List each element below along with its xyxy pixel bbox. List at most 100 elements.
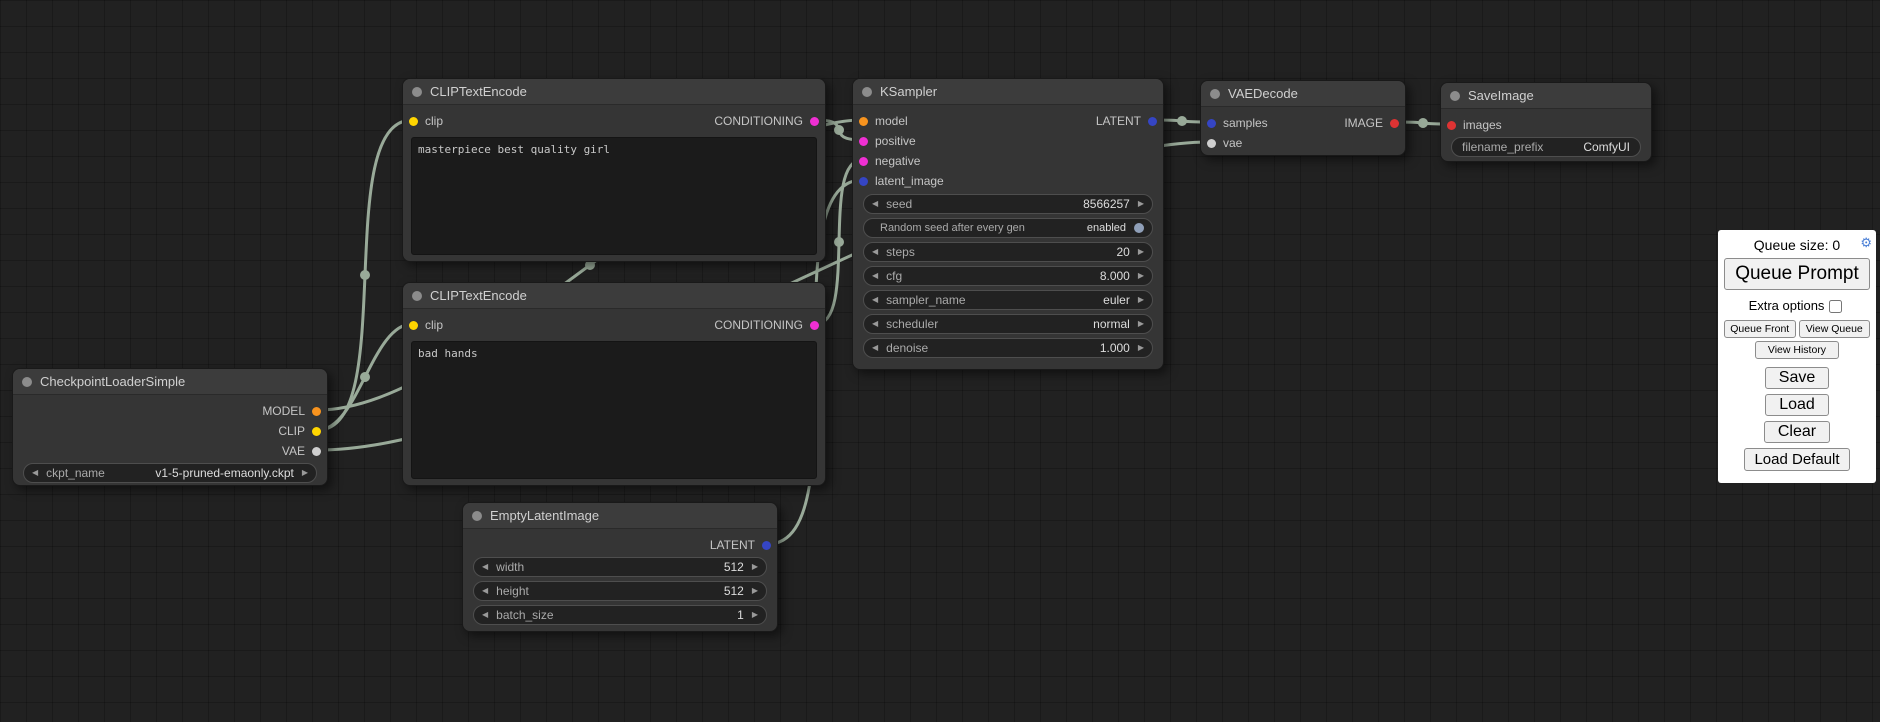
batch-size-widget[interactable]: ◀ batch_size 1 ▶ — [473, 605, 767, 625]
height-widget[interactable]: ◀ height 512 ▶ — [473, 581, 767, 601]
increment-arrow-icon[interactable]: ▶ — [1138, 296, 1144, 304]
node-collapse-dot-icon[interactable] — [412, 291, 422, 301]
scheduler-widget[interactable]: ◀ scheduler normal ▶ — [863, 314, 1153, 334]
decrement-arrow-icon[interactable]: ◀ — [482, 587, 488, 595]
node-title-bar[interactable]: EmptyLatentImage — [463, 503, 777, 529]
decrement-arrow-icon[interactable]: ◀ — [872, 272, 878, 280]
model-output-port[interactable] — [312, 407, 321, 416]
node-checkpoint-loader-simple[interactable]: CheckpointLoaderSimple MODEL CLIP VAE ◀ … — [12, 368, 328, 486]
vae-input-port[interactable] — [1207, 139, 1216, 148]
image-output-port[interactable] — [1390, 119, 1399, 128]
node-clip-text-encode-positive[interactable]: CLIPTextEncode clip CONDITIONING masterp… — [402, 78, 826, 262]
widget-value: 512 — [724, 560, 744, 574]
widget-value: v1-5-pruned-emaonly.ckpt — [155, 466, 294, 480]
steps-widget[interactable]: ◀ steps 20 ▶ — [863, 242, 1153, 262]
model-input-port[interactable] — [859, 117, 868, 126]
increment-arrow-icon[interactable]: ▶ — [1138, 344, 1144, 352]
filename-prefix-widget[interactable]: filename_prefix ComfyUI — [1451, 137, 1641, 157]
extra-options-row: Extra options — [1724, 297, 1870, 316]
node-collapse-dot-icon[interactable] — [1210, 89, 1220, 99]
denoise-widget[interactable]: ◀ denoise 1.000 ▶ — [863, 338, 1153, 358]
extra-options-checkbox[interactable] — [1829, 300, 1842, 313]
increment-arrow-icon[interactable]: ▶ — [1138, 320, 1144, 328]
clip-output-row: CLIP — [13, 421, 327, 441]
decrement-arrow-icon[interactable]: ◀ — [872, 248, 878, 256]
queue-front-button[interactable]: Queue Front — [1724, 320, 1796, 338]
node-title-bar[interactable]: SaveImage — [1441, 83, 1651, 109]
increment-arrow-icon[interactable]: ▶ — [752, 587, 758, 595]
node-collapse-dot-icon[interactable] — [1450, 91, 1460, 101]
increment-arrow-icon[interactable]: ▶ — [1138, 200, 1144, 208]
samples-input-port[interactable] — [1207, 119, 1216, 128]
ckpt-name-widget[interactable]: ◀ ckpt_name v1-5-pruned-emaonly.ckpt ▶ — [23, 463, 317, 483]
decrement-arrow-icon[interactable]: ◀ — [32, 469, 38, 477]
toggle-indicator-icon[interactable] — [1134, 223, 1144, 233]
node-title-bar[interactable]: CheckpointLoaderSimple — [13, 369, 327, 395]
decrement-arrow-icon[interactable]: ◀ — [482, 563, 488, 571]
save-button[interactable]: Save — [1765, 367, 1829, 389]
latent-output-port[interactable] — [762, 541, 771, 550]
node-empty-latent-image[interactable]: EmptyLatentImage LATENT ◀ width 512 ▶ ◀ … — [462, 502, 778, 632]
node-title-bar[interactable]: VAEDecode — [1201, 81, 1405, 107]
widget-label: ckpt_name — [46, 466, 155, 480]
node-title-bar[interactable]: KSampler — [853, 79, 1163, 105]
cfg-widget[interactable]: ◀ cfg 8.000 ▶ — [863, 266, 1153, 286]
load-default-button[interactable]: Load Default — [1744, 448, 1849, 471]
decrement-arrow-icon[interactable]: ◀ — [482, 611, 488, 619]
conditioning-output-port[interactable] — [810, 321, 819, 330]
node-collapse-dot-icon[interactable] — [22, 377, 32, 387]
negative-input-port[interactable] — [859, 157, 868, 166]
node-title: CLIPTextEncode — [430, 84, 527, 99]
clear-button[interactable]: Clear — [1764, 421, 1830, 443]
increment-arrow-icon[interactable]: ▶ — [302, 469, 308, 477]
latent-image-input-port[interactable] — [859, 177, 868, 186]
decrement-arrow-icon[interactable]: ◀ — [872, 200, 878, 208]
node-collapse-dot-icon[interactable] — [472, 511, 482, 521]
random-seed-toggle-widget[interactable]: Random seed after every gen enabled — [863, 218, 1153, 238]
node-title-bar[interactable]: CLIPTextEncode — [403, 79, 825, 105]
node-vae-decode[interactable]: VAEDecode samples IMAGE vae — [1200, 80, 1406, 156]
decrement-arrow-icon[interactable]: ◀ — [872, 296, 878, 304]
width-widget[interactable]: ◀ width 512 ▶ — [473, 557, 767, 577]
increment-arrow-icon[interactable]: ▶ — [1138, 248, 1144, 256]
latent-output-port[interactable] — [1148, 117, 1157, 126]
clip-input-port[interactable] — [409, 321, 418, 330]
node-title: KSampler — [880, 84, 937, 99]
clip-output-port[interactable] — [312, 427, 321, 436]
node-collapse-dot-icon[interactable] — [412, 87, 422, 97]
images-input-port[interactable] — [1447, 121, 1456, 130]
conditioning-output-port[interactable] — [810, 117, 819, 126]
link-midpoint-dot — [834, 237, 844, 247]
settings-gear-icon[interactable]: ⚙ — [1860, 235, 1872, 251]
node-title: CLIPTextEncode — [430, 288, 527, 303]
clip-conditioning-row: clip CONDITIONING — [403, 315, 825, 335]
prompt-text-input[interactable]: bad hands — [411, 341, 817, 479]
sampler-name-widget[interactable]: ◀ sampler_name euler ▶ — [863, 290, 1153, 310]
vae-output-port[interactable] — [312, 447, 321, 456]
queue-buttons-row: Queue Front View Queue — [1724, 320, 1870, 338]
node-save-image[interactable]: SaveImage images filename_prefix ComfyUI — [1440, 82, 1652, 162]
clip-input-label: clip — [425, 114, 443, 128]
load-button[interactable]: Load — [1765, 394, 1829, 416]
increment-arrow-icon[interactable]: ▶ — [1138, 272, 1144, 280]
decrement-arrow-icon[interactable]: ◀ — [872, 344, 878, 352]
increment-arrow-icon[interactable]: ▶ — [752, 563, 758, 571]
node-ksampler[interactable]: KSampler model LATENT positive negative … — [852, 78, 1164, 370]
model-latent-row: model LATENT — [853, 111, 1163, 131]
widget-value: enabled — [1087, 222, 1126, 234]
view-queue-button[interactable]: View Queue — [1799, 320, 1871, 338]
node-clip-text-encode-negative[interactable]: CLIPTextEncode clip CONDITIONING bad han… — [402, 282, 826, 486]
increment-arrow-icon[interactable]: ▶ — [752, 611, 758, 619]
view-history-button[interactable]: View History — [1755, 341, 1840, 359]
positive-input-port[interactable] — [859, 137, 868, 146]
node-title-bar[interactable]: CLIPTextEncode — [403, 283, 825, 309]
clip-input-port[interactable] — [409, 117, 418, 126]
graph-canvas[interactable]: { "colors": { "canvas": "#212121", "link… — [0, 0, 1880, 722]
prompt-text-input[interactable]: masterpiece best quality girl — [411, 137, 817, 255]
comfyui-menu-panel: Queue size: 0 ⚙ Queue Prompt Extra optio… — [1718, 230, 1876, 483]
positive-input-label: positive — [875, 134, 916, 148]
queue-prompt-button[interactable]: Queue Prompt — [1724, 258, 1870, 290]
decrement-arrow-icon[interactable]: ◀ — [872, 320, 878, 328]
node-collapse-dot-icon[interactable] — [862, 87, 872, 97]
seed-widget[interactable]: ◀ seed 8566257 ▶ — [863, 194, 1153, 214]
